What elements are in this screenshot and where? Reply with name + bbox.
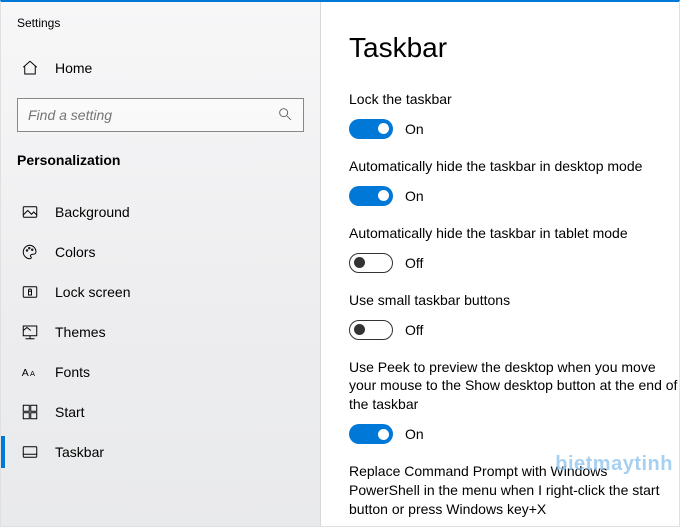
setting-lock-taskbar: Lock the taskbar On [349, 90, 679, 139]
setting-powershell: Replace Command Prompt with Windows Powe… [349, 462, 679, 519]
taskbar-icon [21, 443, 39, 461]
toggle-autohide-desktop[interactable] [349, 186, 393, 206]
toggle-state: Off [405, 322, 423, 338]
fonts-icon: AA [21, 363, 39, 381]
sidebar-item-themes[interactable]: Themes [1, 312, 320, 352]
content-pane: Taskbar Lock the taskbar On Automaticall… [321, 2, 679, 526]
setting-autohide-desktop: Automatically hide the taskbar in deskto… [349, 157, 679, 206]
lockscreen-icon [21, 283, 39, 301]
toggle-autohide-tablet[interactable] [349, 253, 393, 273]
toggle-state: On [405, 426, 424, 442]
sidebar-item-fonts[interactable]: AA Fonts [1, 352, 320, 392]
start-icon [21, 403, 39, 421]
search-icon [277, 106, 293, 125]
setting-peek: Use Peek to preview the desktop when you… [349, 358, 679, 445]
sidebar-item-lockscreen[interactable]: Lock screen [1, 272, 320, 312]
toggle-state: Off [405, 255, 423, 271]
sidebar-item-background[interactable]: Background [1, 192, 320, 232]
nav-home-label: Home [55, 60, 92, 76]
nav-list: Background Colors Lock screen Themes [1, 192, 320, 472]
toggle-lock-taskbar[interactable] [349, 119, 393, 139]
setting-autohide-tablet: Automatically hide the taskbar in tablet… [349, 224, 679, 273]
setting-label: Use small taskbar buttons [349, 291, 679, 310]
sidebar-item-label: Fonts [55, 364, 90, 380]
svg-text:A: A [30, 369, 35, 378]
themes-icon [21, 323, 39, 341]
sidebar-item-label: Background [55, 204, 130, 220]
sidebar-item-taskbar[interactable]: Taskbar [1, 432, 320, 472]
sidebar-item-label: Themes [55, 324, 106, 340]
setting-label: Use Peek to preview the desktop when you… [349, 358, 679, 415]
sidebar-item-colors[interactable]: Colors [1, 232, 320, 272]
search-input[interactable] [28, 107, 277, 123]
picture-icon [21, 203, 39, 221]
sidebar-item-label: Taskbar [55, 444, 104, 460]
sidebar-item-label: Start [55, 404, 85, 420]
toggle-state: On [405, 121, 424, 137]
toggle-peek[interactable] [349, 424, 393, 444]
setting-label: Lock the taskbar [349, 90, 679, 109]
toggle-small-buttons[interactable] [349, 320, 393, 340]
page-title: Taskbar [349, 32, 679, 64]
setting-label: Automatically hide the taskbar in deskto… [349, 157, 679, 176]
app-title: Settings [1, 2, 320, 48]
search-box[interactable] [17, 98, 304, 132]
sidebar: Settings Home Personalization Background [1, 2, 321, 526]
toggle-state: On [405, 188, 424, 204]
setting-small-buttons: Use small taskbar buttons Off [349, 291, 679, 340]
category-label: Personalization [1, 146, 320, 186]
sidebar-item-start[interactable]: Start [1, 392, 320, 432]
setting-label: Replace Command Prompt with Windows Powe… [349, 462, 679, 519]
home-icon [21, 59, 39, 77]
sidebar-item-label: Colors [55, 244, 95, 260]
palette-icon [21, 243, 39, 261]
nav-home[interactable]: Home [1, 48, 320, 88]
svg-text:A: A [22, 367, 29, 379]
setting-label: Automatically hide the taskbar in tablet… [349, 224, 679, 243]
sidebar-item-label: Lock screen [55, 284, 130, 300]
